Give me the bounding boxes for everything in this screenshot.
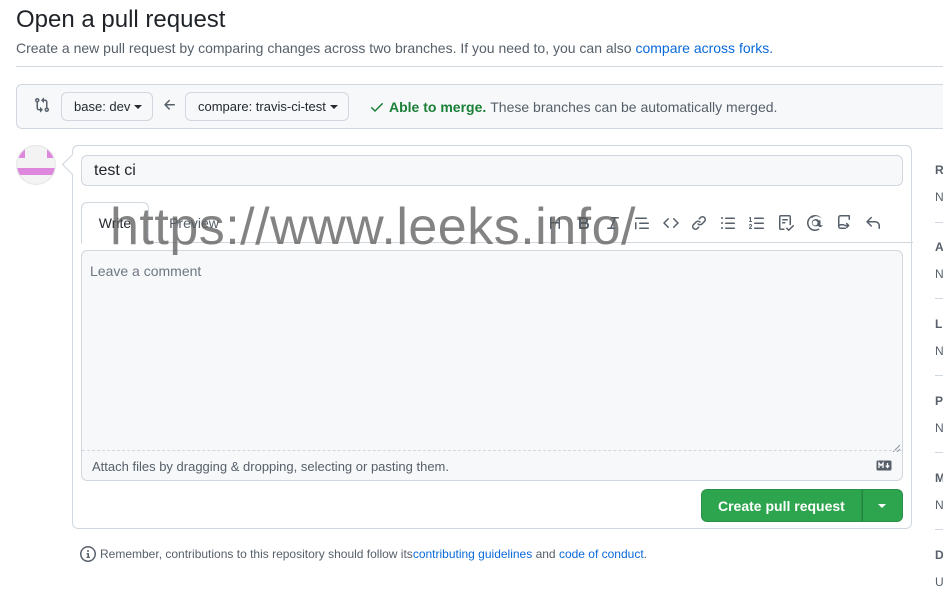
reply-icon[interactable]: [865, 215, 881, 231]
sidebar-value: N: [935, 421, 943, 435]
attach-files-bar[interactable]: Attach files by dragging & dropping, sel…: [82, 450, 902, 480]
sidebar: R N A N L N P N M N D U: [935, 160, 943, 598]
sidebar-divider: [935, 529, 943, 530]
base-branch-select[interactable]: base: dev: [61, 92, 154, 121]
sidebar-heading: P: [935, 394, 943, 408]
sidebar-value: N: [935, 190, 943, 204]
notice-middle: and: [532, 547, 559, 561]
subtitle-text: Create a new pull request by comparing c…: [16, 40, 636, 56]
sidebar-divider: [935, 375, 943, 376]
chevron-down-icon: [329, 104, 338, 109]
sidebar-item-milestone[interactable]: M N: [935, 471, 943, 512]
code-icon[interactable]: [662, 215, 679, 231]
avatar[interactable]: [16, 145, 56, 185]
sidebar-item-labels[interactable]: L N: [935, 317, 943, 358]
sidebar-heading: L: [935, 317, 943, 331]
code-of-conduct-link[interactable]: code of conduct: [559, 547, 644, 561]
attach-files-text: Attach files by dragging & dropping, sel…: [92, 459, 449, 474]
title-input[interactable]: [81, 155, 903, 186]
create-options-dropdown[interactable]: [861, 489, 903, 522]
sidebar-divider: [935, 452, 943, 453]
sidebar-value: N: [935, 498, 943, 512]
unordered-list-icon[interactable]: [720, 215, 736, 231]
merge-status-text: These branches can be automatically merg…: [490, 99, 778, 115]
sidebar-item-assignees[interactable]: A N: [935, 240, 943, 281]
resize-handle-icon[interactable]: [892, 439, 901, 453]
sidebar-heading: R: [935, 163, 943, 177]
sidebar-divider: [935, 222, 943, 223]
contribution-notice: Remember, contributions to this reposito…: [80, 546, 647, 562]
notice-suffix: .: [643, 547, 648, 561]
create-pr-button-group: Create pull request: [701, 489, 903, 522]
page-title: Open a pull request: [16, 6, 226, 33]
mention-icon[interactable]: [807, 215, 824, 231]
sidebar-heading: M: [935, 471, 943, 485]
watermark: https://www.leeks.info/: [110, 198, 636, 256]
contributing-guidelines-link[interactable]: contributing guidelines: [413, 547, 532, 561]
sidebar-divider: [935, 298, 943, 299]
sidebar-item-projects[interactable]: P N: [935, 394, 943, 435]
create-pull-request-button[interactable]: Create pull request: [701, 489, 862, 522]
sidebar-item-reviewers[interactable]: R N: [935, 163, 943, 204]
info-icon: [80, 546, 96, 562]
merge-ok-label: Able to merge.: [389, 99, 487, 115]
arrow-left-icon: [162, 97, 178, 113]
check-icon: [369, 99, 385, 115]
chevron-down-icon: [878, 503, 887, 508]
merge-status: Able to merge. These branches can be aut…: [369, 99, 777, 115]
sidebar-heading: D: [935, 548, 943, 562]
chevron-down-icon: [134, 104, 143, 109]
sidebar-heading: A: [935, 240, 943, 254]
range-editor: base: dev compare: travis-ci-test Able t…: [16, 84, 943, 129]
comment-editor: Attach files by dragging & dropping, sel…: [81, 250, 903, 481]
link-icon[interactable]: [691, 215, 707, 231]
markdown-icon: [876, 459, 892, 471]
header-divider: [16, 66, 943, 67]
comment-textarea[interactable]: [82, 251, 902, 450]
compare-branch-select[interactable]: compare: travis-ci-test: [185, 92, 349, 121]
compare-across-forks-link[interactable]: compare across forks.: [635, 40, 773, 56]
sidebar-value: N: [935, 344, 943, 358]
task-list-icon[interactable]: [778, 215, 795, 231]
cross-reference-icon[interactable]: [836, 215, 852, 231]
page-subtitle: Create a new pull request by comparing c…: [16, 40, 773, 56]
notice-prefix: Remember, contributions to this reposito…: [100, 547, 413, 561]
sidebar-item-development[interactable]: D U: [935, 548, 943, 589]
sidebar-value: N: [935, 267, 943, 281]
compare-branch-label: compare: travis-ci-test: [198, 99, 326, 114]
quote-icon[interactable]: [634, 215, 650, 231]
base-branch-label: base: dev: [74, 99, 131, 114]
sidebar-value: U: [935, 575, 943, 589]
ordered-list-icon[interactable]: [749, 215, 765, 231]
git-compare-icon: [34, 97, 50, 113]
